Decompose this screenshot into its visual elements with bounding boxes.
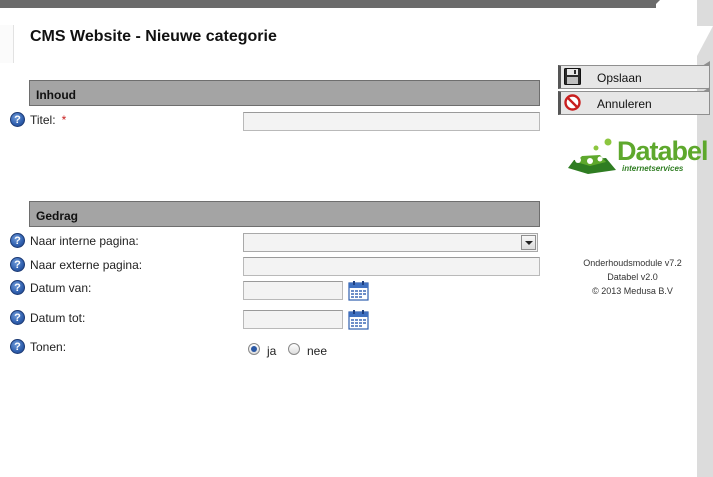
cancel-button-label: Annuleren bbox=[597, 97, 652, 111]
naar-externe-pagina-label: Naar externe pagina: bbox=[30, 258, 143, 272]
footer-copyright: © 2013 Medusa B.V bbox=[592, 286, 673, 296]
datum-tot-label: Datum tot: bbox=[30, 311, 86, 325]
tonen-ja-radio[interactable] bbox=[248, 343, 260, 355]
tonen-label: Tonen: bbox=[30, 340, 67, 354]
help-icon[interactable]: ? bbox=[10, 310, 25, 325]
naar-interne-pagina-select[interactable] bbox=[243, 233, 538, 252]
section-header-inhoud: Inhoud bbox=[29, 80, 540, 106]
help-icon[interactable]: ? bbox=[10, 280, 25, 295]
save-button-label: Opslaan bbox=[597, 71, 642, 85]
help-icon[interactable]: ? bbox=[10, 233, 25, 248]
calendar-icon[interactable] bbox=[348, 281, 369, 301]
no-entry-icon bbox=[564, 94, 581, 111]
help-icon[interactable]: ? bbox=[10, 257, 25, 272]
logo-tagline: internetservices bbox=[622, 164, 684, 173]
tonen-nee-radio[interactable] bbox=[288, 343, 300, 355]
tonen-ja-label: ja bbox=[267, 344, 277, 358]
right-strip-notch bbox=[697, 26, 713, 56]
cancel-button[interactable]: Annuleren bbox=[558, 87, 710, 115]
chevron-down-icon[interactable] bbox=[521, 235, 536, 250]
naar-externe-pagina-input[interactable] bbox=[243, 257, 540, 276]
titel-label: Titel: * bbox=[30, 113, 67, 127]
datum-van-input[interactable] bbox=[243, 281, 343, 300]
titel-input[interactable] bbox=[243, 112, 540, 131]
floppy-disk-icon bbox=[564, 68, 581, 85]
tonen-nee-label: nee bbox=[307, 344, 328, 358]
help-icon[interactable]: ? bbox=[10, 112, 25, 127]
datum-tot-input[interactable] bbox=[243, 310, 343, 329]
section-header-gedrag: Gedrag bbox=[29, 201, 540, 227]
left-panel-edge bbox=[0, 25, 14, 63]
naar-interne-pagina-label: Naar interne pagina: bbox=[30, 234, 139, 248]
required-marker: * bbox=[61, 113, 67, 127]
save-button[interactable]: Opslaan bbox=[558, 61, 710, 89]
logo-name: Databel bbox=[617, 136, 709, 166]
help-icon[interactable]: ? bbox=[10, 339, 25, 354]
top-bar bbox=[0, 0, 656, 8]
datum-van-label: Datum van: bbox=[30, 281, 92, 295]
top-bar-tip bbox=[652, 0, 660, 8]
calendar-icon[interactable] bbox=[348, 310, 369, 330]
page-title: CMS Website - Nieuwe categorie bbox=[30, 28, 277, 45]
footer-version: Onderhoudsmodule v7.2 bbox=[583, 258, 682, 268]
footer-databel-version: Databel v2.0 bbox=[607, 272, 658, 282]
